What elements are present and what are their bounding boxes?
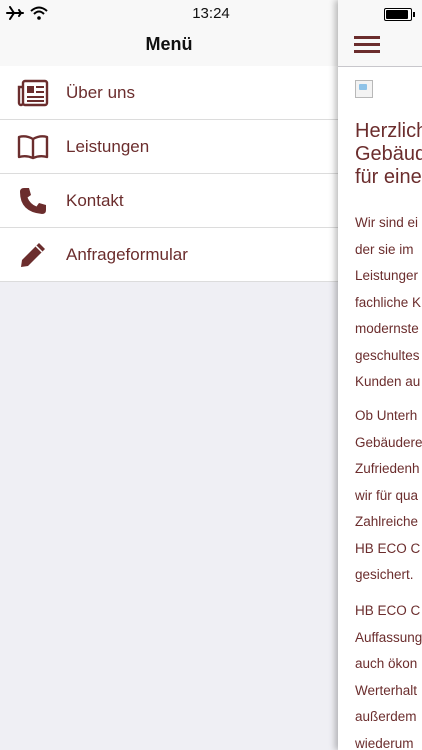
book-icon xyxy=(0,120,66,173)
heading-line: Herzlich xyxy=(355,120,422,142)
status-bar: 13:24 xyxy=(0,0,338,28)
newspaper-icon xyxy=(0,66,66,119)
menu-item-label: Über uns xyxy=(66,82,135,102)
text-line: außerdem xyxy=(355,709,417,724)
broken-image-icon xyxy=(355,80,373,98)
drawer-header: Menü xyxy=(0,28,338,67)
heading-line: Gebäud xyxy=(355,143,422,165)
menu-list: Über uns Leistungen Kontakt Anfrageformu… xyxy=(0,66,338,282)
menu-item-anfrageformular[interactable]: Anfrageformular xyxy=(0,228,338,282)
text-line: Auffassung xyxy=(355,629,422,645)
paragraph-1: Wir sind ei der sie im Leistunger fachli… xyxy=(355,210,422,396)
text-line: Ob Unterh xyxy=(355,408,418,423)
side-drawer: 13:24 Menü Über uns Leistungen Kontakt A… xyxy=(0,0,338,750)
text-line: gesichert. xyxy=(355,567,414,582)
text-line: HB ECO C xyxy=(355,603,421,618)
menu-item-kontakt[interactable]: Kontakt xyxy=(0,174,338,228)
text-line: Leistunger xyxy=(355,268,419,283)
menu-item-label: Kontakt xyxy=(66,190,124,210)
text-line: HB ECO C xyxy=(355,540,421,556)
pencil-icon xyxy=(0,228,66,281)
page-heading: Herzlich Gebäud für eine xyxy=(355,120,422,189)
text-line: wir für qua xyxy=(355,487,419,503)
menu-item-leistungen[interactable]: Leistungen xyxy=(0,120,338,174)
text-line: fachliche K xyxy=(355,294,422,310)
text-line: modernste xyxy=(355,321,419,336)
menu-item-label: Anfrageformular xyxy=(66,244,188,264)
heading-line: für eine xyxy=(355,166,422,188)
menu-item-ueber-uns[interactable]: Über uns xyxy=(0,66,338,120)
main-content-panel[interactable]: Herzlich Gebäud für eine Wir sind ei der… xyxy=(338,0,422,750)
paragraph-2: Ob Unterh Gebäudere Zufriedenh wir für q… xyxy=(355,403,422,589)
content-nav-bar xyxy=(338,28,422,67)
text-line: Zufriedenh xyxy=(355,461,420,476)
status-bar-right xyxy=(338,0,422,28)
hamburger-menu-icon[interactable] xyxy=(354,36,380,56)
text-line: geschultes xyxy=(355,347,420,363)
text-line: Gebäudere xyxy=(355,434,422,450)
phone-icon xyxy=(0,174,66,227)
paragraph-3: HB ECO C Auffassung auch ökon Werterhalt… xyxy=(355,598,422,750)
text-line: Werterhalt xyxy=(355,682,418,698)
text-line: wiederum xyxy=(355,735,414,750)
battery-icon xyxy=(384,8,415,21)
text-line: Kunden au xyxy=(355,374,421,389)
text-line: auch ökon xyxy=(355,656,418,671)
text-line: Wir sind ei xyxy=(355,215,419,230)
text-line: Zahlreiche xyxy=(355,514,419,529)
drawer-title: Menü xyxy=(145,34,193,54)
text-line: der sie im xyxy=(355,241,414,257)
menu-item-label: Leistungen xyxy=(66,136,150,156)
